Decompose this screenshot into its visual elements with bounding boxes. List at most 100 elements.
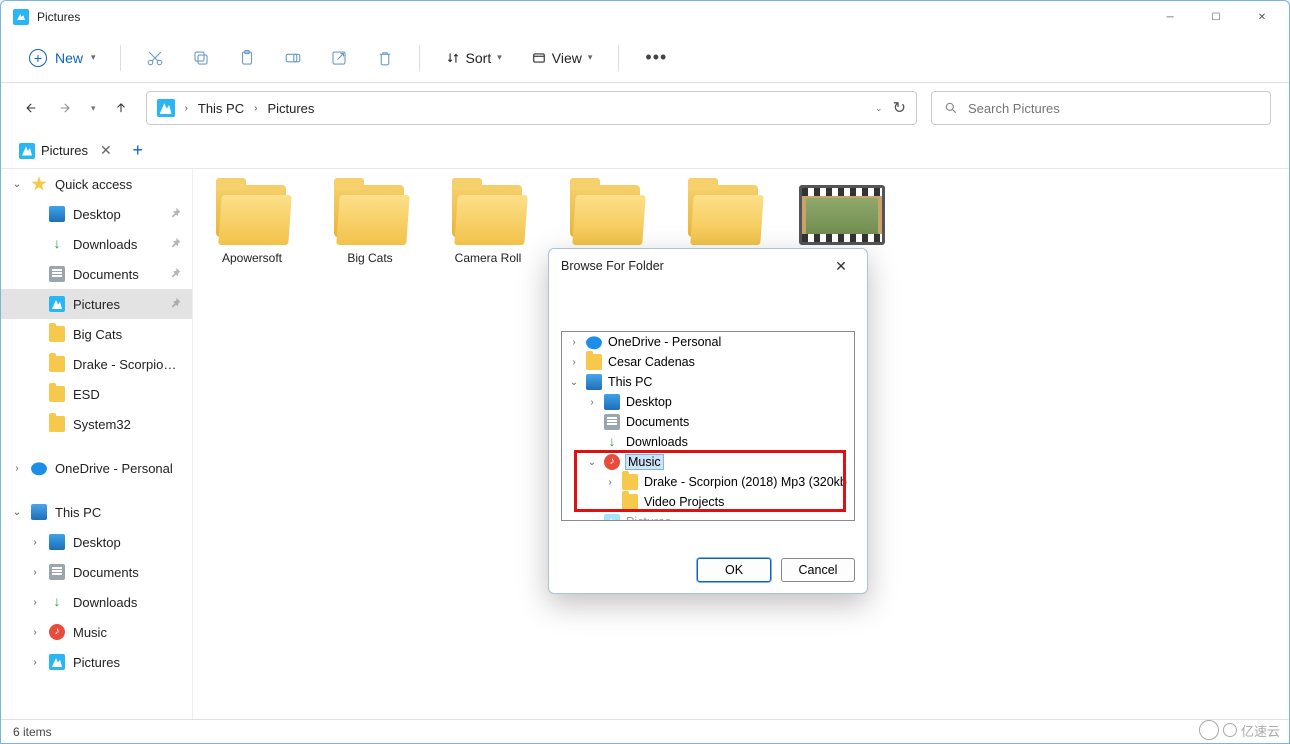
sidebar-this-pc[interactable]: ⌄ This PC <box>1 497 192 527</box>
delete-button[interactable] <box>367 40 403 76</box>
cut-button[interactable] <box>137 40 173 76</box>
address-bar[interactable]: › This PC › Pictures ⌄ ↻ <box>146 91 917 125</box>
tree-item[interactable]: ›Drake - Scorpion (2018) Mp3 (320kb <box>562 472 854 492</box>
sidebar-item[interactable]: ›Pictures <box>1 647 192 677</box>
chevron-down-icon: ▾ <box>91 52 96 63</box>
dialog-titlebar: Browse For Folder ✕ <box>549 249 867 283</box>
rename-button[interactable] <box>275 40 311 76</box>
ok-button[interactable]: OK <box>697 558 771 582</box>
tree-item-label: This PC <box>608 375 652 389</box>
window-title: Pictures <box>37 10 1147 24</box>
breadcrumb[interactable]: Pictures <box>267 101 314 116</box>
tree-item[interactable]: ›Desktop <box>562 392 854 412</box>
tree-item[interactable]: Video Projects <box>562 492 854 512</box>
sidebar-item[interactable]: ›Desktop <box>1 527 192 557</box>
tree-item-label: Drake - Scorpion (2018) Mp3 (320kb <box>644 475 847 489</box>
folder-item[interactable]: Camera Roll <box>441 185 535 265</box>
pc-icon <box>31 504 47 520</box>
minimize-button[interactable]: ─ <box>1147 1 1193 33</box>
sidebar-item-label: Documents <box>73 267 162 282</box>
search-input[interactable] <box>968 101 1258 116</box>
sidebar-item[interactable]: ›Pictures <box>1 289 192 319</box>
tree-item-label: Cesar Cadenas <box>608 355 695 369</box>
tree-item[interactable]: › Pictures <box>562 512 854 520</box>
new-button[interactable]: + New ▾ <box>21 43 104 73</box>
sidebar-item[interactable]: ›Drake - Scorpion (320) <box>1 349 192 379</box>
tab-pictures[interactable]: Pictures ✕ <box>9 138 122 163</box>
status-bar: 6 items <box>1 719 1289 743</box>
video-thumbnail <box>799 185 885 245</box>
tree-item[interactable]: ⌄This PC <box>562 372 854 392</box>
sidebar-item[interactable]: ›System32 <box>1 409 192 439</box>
cloud-icon <box>31 460 47 476</box>
cancel-button[interactable]: Cancel <box>781 558 855 582</box>
tree-item-label: Music <box>626 455 663 469</box>
app-icon <box>13 9 29 25</box>
dialog-title: Browse For Folder <box>561 259 664 273</box>
folder-item[interactable]: Apowersoft <box>205 185 299 265</box>
new-tab-button[interactable]: + <box>126 139 150 163</box>
sidebar-item-label: Pictures <box>73 655 182 670</box>
music-icon <box>604 454 620 470</box>
sidebar-item[interactable]: ›Big Cats <box>1 319 192 349</box>
share-button[interactable] <box>321 40 357 76</box>
sidebar-item-label: ESD <box>73 387 182 402</box>
pic-icon <box>49 654 65 670</box>
desktop-icon <box>49 206 65 222</box>
chevron-icon: ⌄ <box>586 457 598 468</box>
tree-item[interactable]: › Cesar Cadenas <box>562 352 854 372</box>
sort-button[interactable]: Sort ▾ <box>436 44 512 72</box>
folder-tree[interactable]: ›OneDrive - Personal›Cesar Cadenas⌄This … <box>562 332 854 520</box>
up-button[interactable] <box>110 97 132 119</box>
forward-button[interactable] <box>55 97 77 119</box>
folder-item[interactable]: Big Cats <box>323 185 417 265</box>
back-button[interactable] <box>19 97 41 119</box>
dialog-close-button[interactable]: ✕ <box>827 252 855 280</box>
sidebar-onedrive[interactable]: › OneDrive - Personal <box>1 453 192 483</box>
sidebar-item-label: OneDrive - Personal <box>55 461 182 476</box>
folder-label: Camera Roll <box>455 251 522 265</box>
sidebar-item[interactable]: ›Documents <box>1 259 192 289</box>
separator <box>419 45 420 71</box>
tab-label: Pictures <box>41 143 88 158</box>
plus-icon: + <box>29 49 47 67</box>
folder-icon <box>49 386 65 402</box>
sidebar-quick-access[interactable]: ⌄ Quick access <box>1 169 192 199</box>
chevron-icon: › <box>586 517 598 521</box>
tab-close-button[interactable]: ✕ <box>100 142 112 159</box>
history-button[interactable]: ▾ <box>91 103 96 114</box>
breadcrumb[interactable]: This PC <box>198 101 244 116</box>
sidebar-item[interactable]: ›Downloads <box>1 587 192 617</box>
more-button[interactable]: ••• <box>635 41 677 74</box>
folder-icon <box>49 356 65 372</box>
chevron-icon: › <box>568 357 580 368</box>
chevron-down-icon: ▾ <box>497 52 502 63</box>
music-icon <box>49 624 65 640</box>
sidebar-item[interactable]: ›Downloads <box>1 229 192 259</box>
folder-icon <box>622 474 638 490</box>
folder-icon <box>332 185 408 245</box>
tree-item[interactable]: Documents <box>562 412 854 432</box>
chevron-right-icon: › <box>29 537 41 548</box>
view-button[interactable]: View ▾ <box>522 44 603 72</box>
chevron-right-icon: › <box>29 567 41 578</box>
status-count: 6 items <box>13 725 52 739</box>
tree-item-label: Pictures <box>626 515 671 520</box>
refresh-button[interactable]: ↻ <box>893 98 906 118</box>
close-button[interactable]: ✕ <box>1239 1 1285 33</box>
sidebar-item[interactable]: ›Desktop <box>1 199 192 229</box>
copy-button[interactable] <box>183 40 219 76</box>
tree-item[interactable]: ›OneDrive - Personal <box>562 332 854 352</box>
sidebar-item[interactable]: ›Documents <box>1 557 192 587</box>
tree-item[interactable]: ⌄ Music <box>562 452 854 472</box>
tree-item[interactable]: Downloads <box>562 432 854 452</box>
address-dropdown[interactable]: ⌄ <box>875 103 883 114</box>
pin-icon <box>170 238 182 250</box>
paste-button[interactable] <box>229 40 265 76</box>
folder-icon <box>49 326 65 342</box>
folder-label: Big Cats <box>347 251 392 265</box>
sidebar-item[interactable]: ›ESD <box>1 379 192 409</box>
sidebar-item[interactable]: ›Music <box>1 617 192 647</box>
search-bar[interactable] <box>931 91 1271 125</box>
maximize-button[interactable]: ☐ <box>1193 1 1239 33</box>
